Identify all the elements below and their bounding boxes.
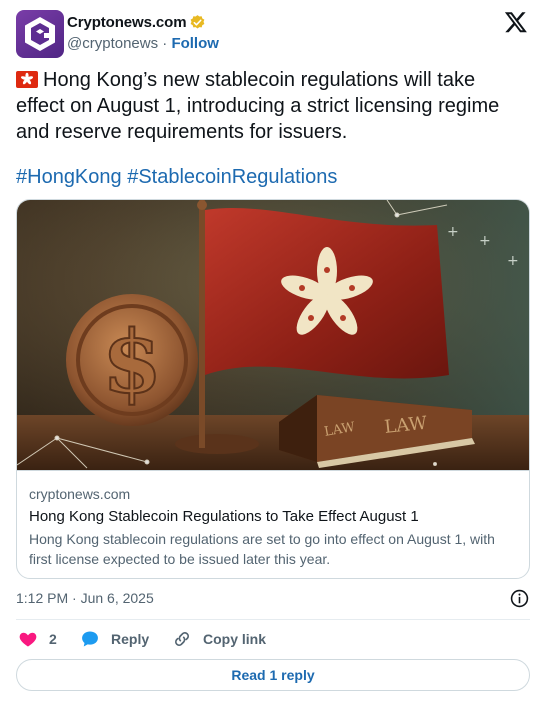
svg-text:LAW: LAW: [383, 413, 428, 438]
follow-button[interactable]: Follow: [171, 35, 219, 52]
heart-icon: [19, 632, 37, 647]
hashtags: #HongKong #StablecoinRegulations: [16, 164, 337, 190]
like-count: 2: [49, 631, 57, 647]
like-button[interactable]: 2: [18, 627, 57, 651]
svg-text:$: $: [102, 312, 162, 413]
card-description: Hong Kong stablecoin regulations are set…: [29, 531, 495, 567]
tweet-header: Cryptonews.com @cryptonews · Follow: [16, 10, 530, 58]
reply-label: Reply: [111, 631, 150, 647]
card-image[interactable]: + + + + $: [17, 200, 529, 470]
link-icon: [175, 632, 189, 646]
reply-button[interactable]: Reply: [80, 627, 149, 651]
hong-kong-flag-icon: [16, 71, 38, 88]
verified-badge-icon: [190, 15, 205, 29]
display-name[interactable]: Cryptonews.com: [67, 14, 187, 31]
info-icon[interactable]: [510, 589, 529, 608]
cryptonews-avatar[interactable]: [16, 10, 64, 58]
handle-row: @cryptonews · Follow: [67, 35, 219, 52]
tweet-timestamp[interactable]: 1:12 PM · Jun 6, 2025: [16, 590, 154, 606]
tweet-text: Hong Kong’s new stablecoin regulations w…: [16, 67, 516, 145]
svg-text:+: +: [479, 233, 491, 249]
handle-separator: ·: [162, 35, 168, 52]
hashtag-hongkong[interactable]: #HongKong: [16, 166, 122, 188]
link-card[interactable]: + + + + $: [16, 199, 530, 579]
card-title[interactable]: Hong Kong Stablecoin Regulations to Take…: [29, 508, 419, 525]
svg-text:+: +: [447, 224, 459, 240]
reply-bubble-icon: [82, 631, 98, 647]
divider: [16, 619, 530, 620]
tweet-body: Hong Kong’s new stablecoin regulations w…: [16, 69, 500, 143]
svg-text:+: +: [507, 253, 519, 269]
copy-link-button[interactable]: Copy link: [172, 627, 266, 651]
read-reply-button[interactable]: Read 1 reply: [16, 659, 530, 691]
x-logo-icon[interactable]: [504, 10, 528, 34]
card-domain: cryptonews.com: [29, 486, 131, 502]
action-bar: 2 Reply Copy link: [16, 627, 530, 651]
hashtag-stablecoinregulations[interactable]: #StablecoinRegulations: [127, 166, 337, 188]
card-body[interactable]: cryptonews.com Hong Kong Stablecoin Regu…: [17, 470, 529, 578]
copy-link-label: Copy link: [203, 631, 267, 647]
account-handle[interactable]: @cryptonews: [67, 35, 158, 52]
